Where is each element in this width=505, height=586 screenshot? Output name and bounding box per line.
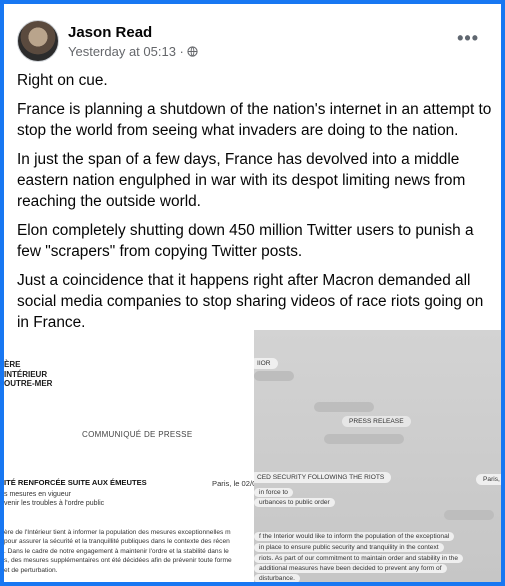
post-meta: Yesterday at 05:13 · (68, 44, 198, 59)
placeholder-bar (314, 402, 374, 412)
ministry-line: INTÉRIEUR (4, 369, 48, 379)
ministry-header: ÈRE INTÉRIEUR OUTRE-MER (4, 360, 52, 389)
author-name[interactable]: Jason Read (68, 24, 152, 41)
doc-place-en: Paris, 0 (476, 474, 501, 485)
doc-subtitle-line: s mesures en vigueur (4, 491, 71, 498)
doc-body-line: et de perturbation. (4, 566, 58, 574)
post-paragraph: Elon completely shutting down 450 millio… (17, 222, 474, 260)
post-paragraph: In just the span of a few days, France h… (17, 151, 466, 210)
doc-body-line: . Dans le cadre de notre engagement à ma… (4, 547, 229, 555)
doc-subtitle-en: urbances to public order (254, 498, 335, 507)
doc-subtitle: s mesures en vigueur venir les troubles … (4, 490, 104, 508)
doc-title-en: CED SECURITY FOLLOWING THE RIOTS (254, 472, 392, 483)
doc-title: ITÉ RENFORCÉE SUITE AUX ÉMEUTES (4, 478, 147, 487)
doc-body-en-line: additional measures have been decided to… (254, 564, 447, 573)
communique-label: COMMUNIQUÉ DE PRESSE (82, 430, 193, 439)
post-text: Right on cue. France is planning a shutd… (17, 70, 492, 341)
doc-body-en-line: disturbance. (254, 574, 300, 582)
more-options-icon[interactable]: ••• (457, 28, 479, 49)
post-timestamp[interactable]: Yesterday at 05:13 · (68, 44, 184, 59)
ministry-line: ÈRE (4, 360, 21, 369)
doc-body-line: ère de l'Intérieur tient à informer la p… (4, 529, 231, 536)
doc-body-en-line: f the Interior would like to inform the … (254, 532, 455, 541)
doc-top-label: IIOR (254, 358, 278, 369)
post-card: Jason Read Yesterday at 05:13 · ••• Righ… (4, 4, 501, 582)
avatar[interactable] (17, 20, 59, 62)
doc-body-line: pour assurer la sécurité et la tranquill… (4, 538, 230, 546)
press-release-label: PRESS RELEASE (342, 416, 411, 427)
placeholder-bar (324, 434, 404, 444)
post-paragraph: France is planning a shutdown of the nat… (17, 101, 492, 139)
doc-place-date: Paris, le 02/0 (212, 479, 254, 488)
post-paragraph: Just a coincidence that it happens right… (17, 272, 484, 331)
press-release-image-fr[interactable]: ÈRE INTÉRIEUR OUTRE-MER COMMUNIQUÉ DE PR… (4, 330, 254, 582)
ministry-line: OUTRE-MER (4, 379, 53, 388)
doc-subtitle-line: venir les troubles à l'ordre public (4, 500, 105, 507)
placeholder-bar (254, 371, 294, 381)
doc-body-line: s, des mesures supplémentaires ont été d… (4, 557, 232, 565)
post-paragraph: Right on cue. (17, 72, 108, 89)
doc-body-en-line: in place to ensure public security and t… (254, 543, 444, 552)
press-release-image-en[interactable]: IIOR PRESS RELEASE CED SECURITY FOLLOWIN… (254, 330, 501, 582)
placeholder-bar (444, 510, 494, 520)
doc-body: ère de l'Intérieur tient à informer la p… (4, 528, 254, 575)
doc-body-en-line: riots. As part of our commitment to main… (254, 554, 464, 563)
doc-subtitle-en: in force to (254, 488, 293, 497)
globe-icon (187, 46, 198, 57)
